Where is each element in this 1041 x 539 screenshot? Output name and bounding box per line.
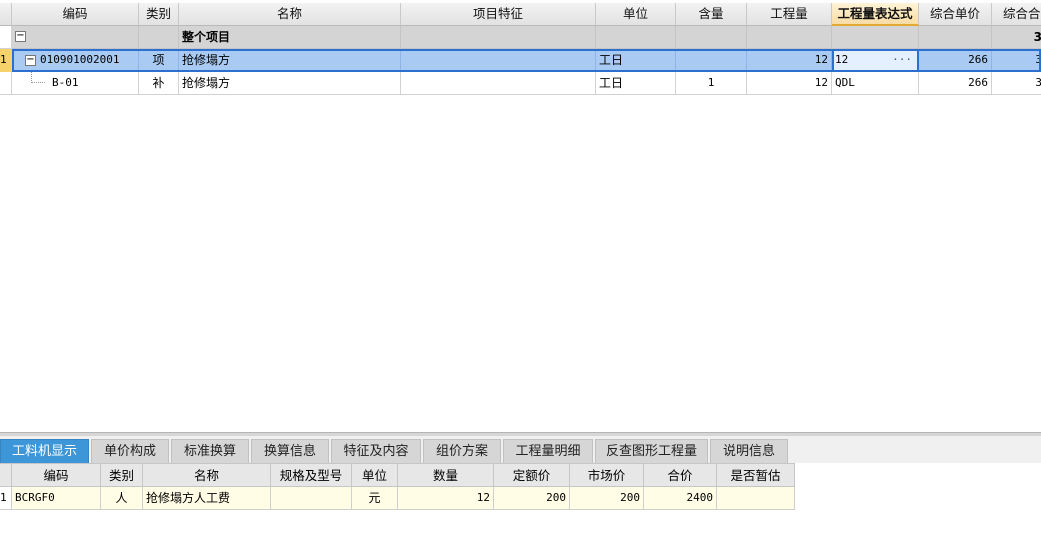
col-header-total[interactable]: 综合合价 <box>992 3 1041 26</box>
cell-feature[interactable] <box>401 72 596 95</box>
cell-type[interactable]: 项 <box>139 49 179 72</box>
cell-quantity[interactable]: 12 <box>747 72 832 95</box>
col-header-unit[interactable]: 单位 <box>352 463 398 487</box>
cell-spec[interactable] <box>271 487 352 510</box>
quantity-bill-grid: 编码 类别 名称 项目特征 单位 含量 工程量 工程量表达式 综合单价 综合合价… <box>0 0 1041 432</box>
cell-quantity[interactable]: 12 <box>747 49 832 72</box>
row-indicator-header <box>0 3 12 26</box>
col-header-type[interactable]: 类别 <box>139 3 179 26</box>
more-options-icon[interactable]: ··· <box>892 49 912 71</box>
table-row-quota-item[interactable]: B-01 补 抢修塌方 工日 1 12 QDL 266 3 <box>0 72 1041 95</box>
col-header-market-price[interactable]: 市场价 <box>570 463 644 487</box>
cell-qty[interactable]: 12 <box>398 487 494 510</box>
cell-unit[interactable]: 工日 <box>596 49 676 72</box>
cell-feature[interactable] <box>401 26 596 49</box>
row-indicator <box>0 72 12 95</box>
table-row-list-item[interactable]: 1 010901002001 − 项 抢修塌方 工日 12 12 ··· 266… <box>0 49 1041 72</box>
col-header-content[interactable]: 含量 <box>676 3 747 26</box>
col-header-quantity[interactable]: 工程量 <box>747 3 832 26</box>
cell-total[interactable]: 3 <box>992 49 1041 72</box>
cell-estimated[interactable] <box>717 487 795 510</box>
cell-expression[interactable] <box>832 26 919 49</box>
cell-type <box>139 26 179 49</box>
row-number: 1 <box>0 487 12 510</box>
cell-name[interactable]: 整个项目 <box>179 26 401 49</box>
grid-header: 编码 类别 名称 项目特征 单位 含量 工程量 工程量表达式 综合单价 综合合价 <box>0 3 1041 26</box>
tab-pricing-scheme[interactable]: 组价方案 <box>423 439 501 463</box>
cell-content[interactable] <box>676 49 747 72</box>
cell-quota-price[interactable]: 200 <box>494 487 570 510</box>
cell-name[interactable]: 抢修塌方 <box>179 49 401 72</box>
cell-expression[interactable]: QDL <box>832 72 919 95</box>
col-header-code[interactable]: 编码 <box>12 3 139 26</box>
cell-unit[interactable]: 工日 <box>596 72 676 95</box>
col-header-expression[interactable]: 工程量表达式 <box>832 3 919 26</box>
cell-code[interactable]: BCRGF0 <box>12 487 101 510</box>
col-header-quota-price[interactable]: 定额价 <box>494 463 570 487</box>
cell-unit-price[interactable]: 266 <box>919 72 992 95</box>
col-header-unit[interactable]: 单位 <box>596 3 676 26</box>
cell-name[interactable]: 抢修塌方人工费 <box>143 487 271 510</box>
detail-tab-bar: 工料机显示 单价构成 标准换算 换算信息 特征及内容 组价方案 工程量明细 反查… <box>0 436 1041 463</box>
col-header-spec[interactable]: 规格及型号 <box>271 463 352 487</box>
col-header-unit-price[interactable]: 综合单价 <box>919 3 992 26</box>
tab-description[interactable]: 说明信息 <box>710 439 788 463</box>
cell-content[interactable]: 1 <box>676 72 747 95</box>
tree-connector <box>31 72 45 83</box>
cell-name[interactable]: 抢修塌方 <box>179 72 401 95</box>
cell-content[interactable] <box>676 26 747 49</box>
col-header-code[interactable]: 编码 <box>12 463 101 487</box>
collapse-toggle-icon[interactable]: − <box>15 31 26 42</box>
table-row-whole-project[interactable]: − 整个项目 3 <box>0 26 1041 49</box>
cell-total[interactable]: 2400 <box>644 487 717 510</box>
tab-conversion-info[interactable]: 换算信息 <box>251 439 329 463</box>
cell-feature[interactable] <box>401 49 596 72</box>
cell-type[interactable]: 补 <box>139 72 179 95</box>
cell-unit[interactable] <box>596 26 676 49</box>
col-header-estimated[interactable]: 是否暂估 <box>717 463 795 487</box>
row-number: 1 <box>0 49 12 72</box>
cell-total[interactable]: 3 <box>992 72 1041 95</box>
tab-labor-material-machine[interactable]: 工料机显示 <box>0 439 89 463</box>
tab-quantity-detail[interactable]: 工程量明细 <box>503 439 593 463</box>
cell-market-price[interactable]: 200 <box>570 487 644 510</box>
expression-value[interactable]: 12 <box>835 53 848 66</box>
row-indicator <box>0 26 12 49</box>
cell-unit-price[interactable] <box>919 26 992 49</box>
cell-type[interactable]: 人 <box>101 487 143 510</box>
collapse-toggle-icon[interactable]: − <box>25 55 36 66</box>
col-header-name[interactable]: 名称 <box>143 463 271 487</box>
tab-reverse-graphic-quantity[interactable]: 反查图形工程量 <box>595 439 708 463</box>
cell-expression-editor[interactable]: 12 ··· <box>832 49 919 72</box>
col-header-name[interactable]: 名称 <box>179 3 401 26</box>
tab-unit-price-composition[interactable]: 单价构成 <box>91 439 169 463</box>
tab-features-content[interactable]: 特征及内容 <box>331 439 421 463</box>
cell-total[interactable]: 3 <box>992 26 1041 49</box>
cell-unit-price[interactable]: 266 <box>919 49 992 72</box>
tab-standard-conversion[interactable]: 标准换算 <box>171 439 249 463</box>
row-indicator-header <box>0 463 12 487</box>
col-header-total[interactable]: 合价 <box>644 463 717 487</box>
col-header-qty[interactable]: 数量 <box>398 463 494 487</box>
col-header-feature[interactable]: 项目特征 <box>401 3 596 26</box>
cell-code: − <box>12 26 139 49</box>
cell-quantity[interactable] <box>747 26 832 49</box>
col-header-type[interactable]: 类别 <box>101 463 143 487</box>
cell-unit[interactable]: 元 <box>352 487 398 510</box>
